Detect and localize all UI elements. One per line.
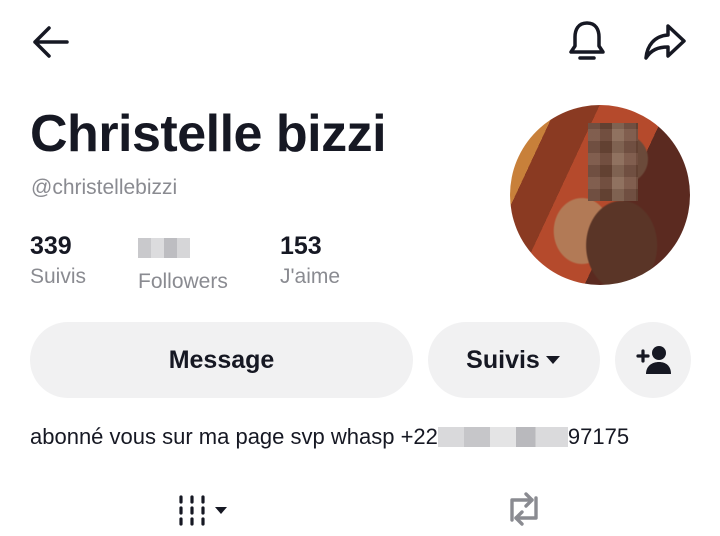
notification-button[interactable]: [564, 16, 610, 66]
stat-following[interactable]: 339 Suivis: [30, 232, 120, 289]
following-label: Suivis: [30, 265, 87, 288]
avatar[interactable]: [510, 105, 690, 285]
profile-bio: abonné vous sur ma page svp whasp +22 971…: [30, 424, 629, 450]
grid-icon: [178, 495, 205, 526]
likes-label: J'aime: [280, 265, 341, 288]
caret-down-icon: [545, 356, 560, 364]
bio-text-end: 97175: [567, 424, 630, 449]
likes-count: 153: [280, 232, 322, 260]
followers-label: Followers: [138, 270, 228, 293]
avatar-pixelated-face: [588, 123, 638, 201]
bio-text-start: abonné vous sur ma page svp whasp +22: [30, 424, 438, 449]
stat-followers[interactable]: Followers: [138, 232, 248, 294]
share-arrow-icon: [644, 24, 686, 60]
following-count: 339: [30, 232, 72, 260]
message-button[interactable]: Message: [30, 322, 413, 398]
profile-handle: @christellebizzi: [31, 176, 178, 199]
followers-count-redacted: [138, 238, 190, 258]
tab-videos[interactable]: [166, 488, 238, 532]
stat-likes[interactable]: 153 J'aime: [280, 232, 370, 289]
back-button[interactable]: [26, 20, 74, 64]
arrow-left-icon: [33, 26, 69, 58]
tab-reposts[interactable]: [500, 486, 548, 532]
repost-icon: [510, 492, 538, 526]
following-button[interactable]: Suivis: [428, 322, 600, 398]
message-button-label: Message: [168, 345, 275, 374]
share-button[interactable]: [640, 20, 690, 64]
following-button-label: Suivis: [466, 345, 540, 374]
bio-phone-redacted: [437, 427, 568, 447]
add-user-icon: [636, 346, 671, 374]
profile-display-name: Christelle bizzi: [30, 105, 387, 163]
tab-caret-down-icon: [214, 507, 227, 514]
add-friend-button[interactable]: [615, 322, 691, 398]
bell-icon: [569, 21, 605, 60]
